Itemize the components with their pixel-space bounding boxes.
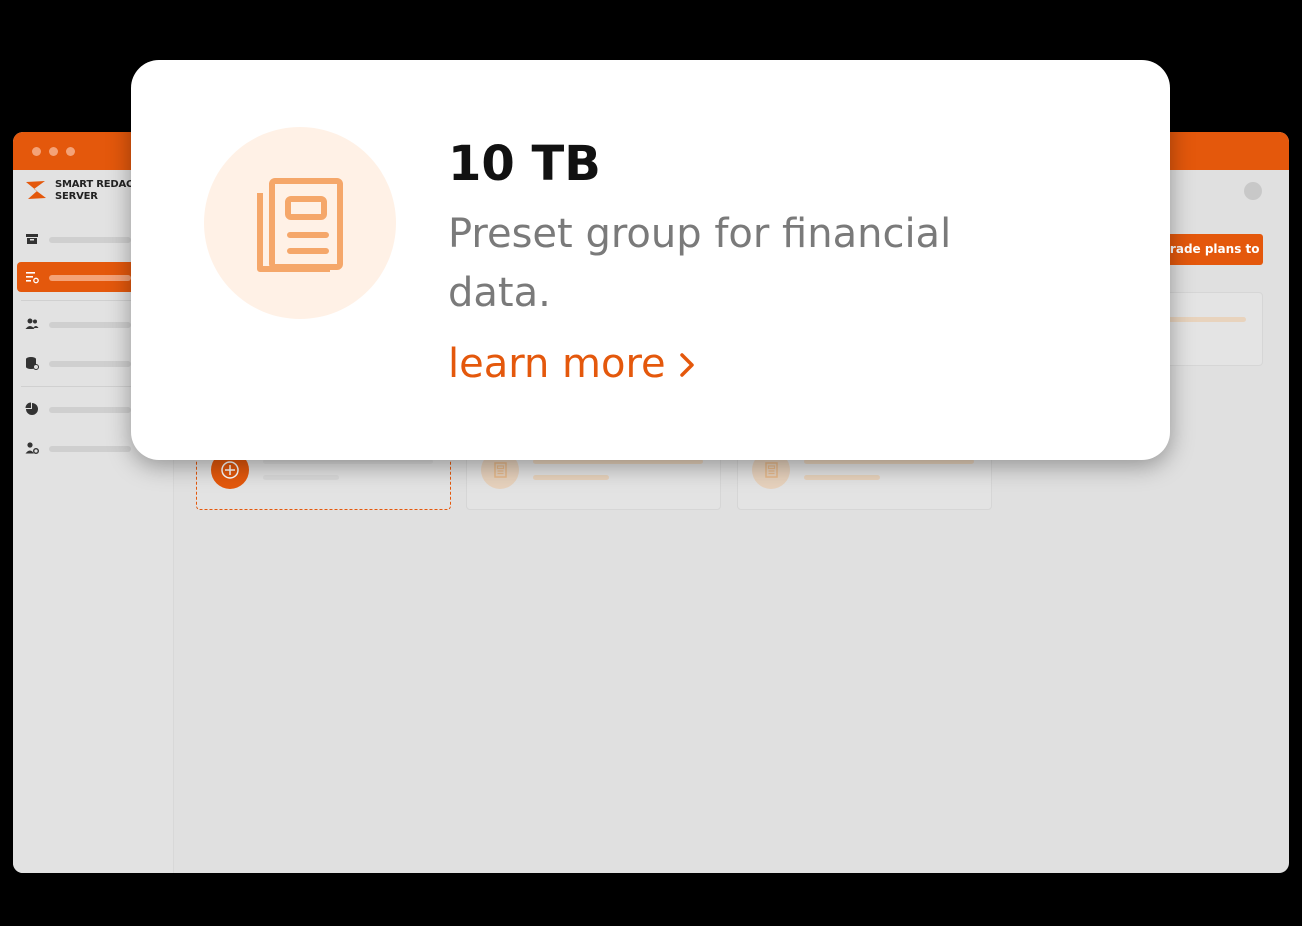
learn-more-label: learn more [448,341,666,387]
popup-icon-container [204,127,396,319]
avatar[interactable] [1244,182,1262,200]
document-icon [494,462,507,478]
sidebar-item-label-placeholder [49,322,131,328]
document-icon [257,178,343,272]
user-settings-icon [25,442,39,454]
sidebar-item-label-placeholder [49,275,131,281]
sidebar-item-label-placeholder [49,407,131,413]
popup-title: 10 TB [448,136,601,192]
logo-icon [26,181,46,199]
window-maximize-dot[interactable] [66,147,75,156]
document-icon [765,462,778,478]
sidebar-divider [21,300,133,301]
window-close-dot[interactable] [32,147,41,156]
window-minimize-dot[interactable] [49,147,58,156]
chevron-right-icon [678,336,696,396]
card-line-placeholder [804,475,880,480]
card-line-placeholder [263,475,339,480]
card-line-placeholder [533,475,609,480]
sidebar-item-label-placeholder [49,361,131,367]
sidebar-item-label-placeholder [49,237,131,243]
app-logo-text: SMART REDACT SERVER [55,179,140,202]
sidebar-divider [21,386,133,387]
preset-list-icon [26,272,39,284]
preset-info-popup: 10 TB Preset group for financial data. l… [131,60,1170,460]
archive-icon [26,234,38,244]
users-icon [25,318,39,329]
database-icon [26,357,39,370]
popup-description: Preset group for financial data. [448,211,952,316]
pie-chart-icon [25,402,38,415]
sidebar-item-label-placeholder [49,446,131,452]
learn-more-link[interactable]: learn more [448,334,696,396]
